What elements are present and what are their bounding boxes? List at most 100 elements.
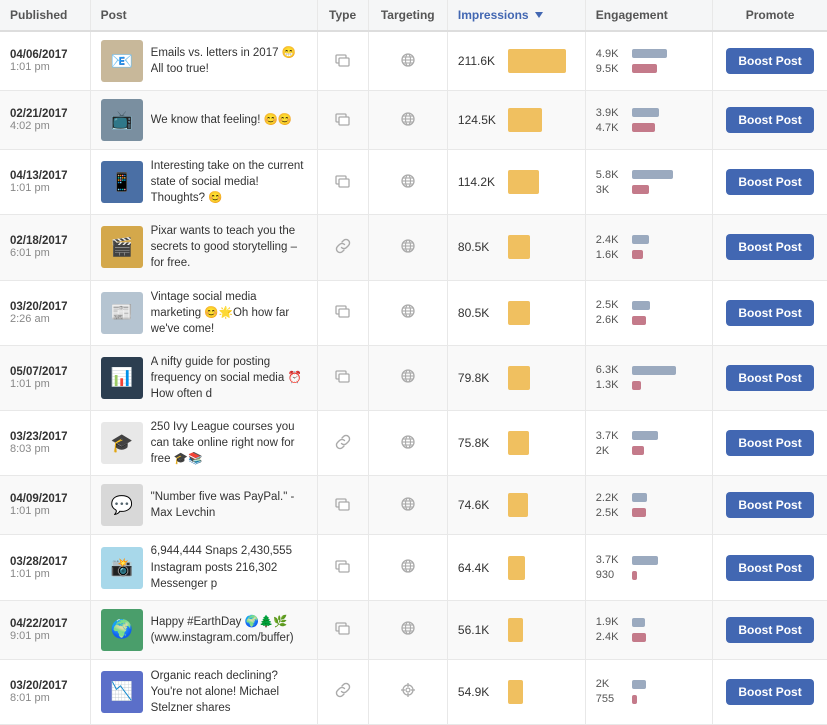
engagement-bar-2 — [632, 508, 646, 517]
engagement-row-2: 1.6K — [596, 249, 702, 261]
sort-arrow-icon — [535, 12, 543, 18]
cell-engagement: 3.7K 2K — [585, 411, 712, 476]
post-text: 6,944,444 Snaps 2,430,555 Instagram post… — [151, 543, 307, 591]
cell-promote[interactable]: Boost Post — [713, 659, 827, 724]
boost-post-button[interactable]: Boost Post — [726, 555, 813, 581]
cell-targeting — [368, 600, 447, 659]
cell-engagement: 2.2K 2.5K — [585, 476, 712, 535]
boost-post-button[interactable]: Boost Post — [726, 365, 813, 391]
cell-published: 04/22/2017 9:01 pm — [0, 600, 90, 659]
cell-published: 05/07/2017 1:01 pm — [0, 345, 90, 410]
published-date: 04/06/2017 — [10, 49, 80, 61]
engagement-value-2: 1.6K — [596, 249, 626, 261]
published-time: 1:01 pm — [10, 505, 80, 517]
type-icon — [335, 238, 351, 254]
cell-engagement: 6.3K 1.3K — [585, 345, 712, 410]
col-header-targeting: Targeting — [368, 0, 447, 31]
cell-published: 03/20/2017 8:01 pm — [0, 659, 90, 724]
published-date: 03/20/2017 — [10, 301, 80, 313]
impressions-bar — [508, 431, 529, 455]
impressions-value: 80.5K — [458, 306, 500, 320]
col-header-impressions[interactable]: Impressions — [447, 0, 585, 31]
cell-promote[interactable]: Boost Post — [713, 91, 827, 150]
post-text: "Number five was PayPal." - Max Levchin — [151, 489, 307, 521]
cell-post: 📧 Emails vs. letters in 2017 😁All too tr… — [90, 31, 317, 91]
boost-post-button[interactable]: Boost Post — [726, 430, 813, 456]
engagement-bar-1 — [632, 366, 676, 375]
impressions-bar — [508, 235, 530, 259]
post-thumbnail: 📸 — [101, 547, 143, 589]
published-time: 1:01 pm — [10, 182, 80, 194]
engagement-bar-1 — [632, 108, 659, 117]
cell-promote[interactable]: Boost Post — [713, 411, 827, 476]
cell-promote[interactable]: Boost Post — [713, 215, 827, 280]
impressions-bar — [508, 49, 566, 73]
cell-promote[interactable]: Boost Post — [713, 31, 827, 91]
cell-published: 03/20/2017 2:26 am — [0, 280, 90, 345]
published-time: 2:26 am — [10, 313, 80, 325]
cell-promote[interactable]: Boost Post — [713, 600, 827, 659]
table-row: 03/20/2017 2:26 am 📰 Vintage social medi… — [0, 280, 827, 345]
impressions-bar-container — [508, 680, 575, 704]
type-icon — [335, 52, 351, 68]
engagement-row-1: 2.4K — [596, 234, 702, 246]
post-text: A nifty guide for posting frequency on s… — [151, 354, 307, 402]
engagement-value-2: 9.5K — [596, 63, 626, 75]
boost-post-button[interactable]: Boost Post — [726, 107, 813, 133]
cell-engagement: 2.4K 1.6K — [585, 215, 712, 280]
post-thumbnail: 💬 — [101, 484, 143, 526]
engagement-row-2: 9.5K — [596, 63, 702, 75]
engagement-row-2: 755 — [596, 693, 702, 705]
cell-post: 📊 A nifty guide for posting frequency on… — [90, 345, 317, 410]
cell-promote[interactable]: Boost Post — [713, 345, 827, 410]
engagement-value-2: 1.3K — [596, 379, 626, 391]
impressions-bar-container — [508, 49, 575, 73]
cell-impressions: 64.4K — [447, 535, 585, 600]
engagement-bar-1 — [632, 493, 647, 502]
boost-post-button[interactable]: Boost Post — [726, 234, 813, 260]
cell-post: 📸 6,944,444 Snaps 2,430,555 Instagram po… — [90, 535, 317, 600]
type-icon — [335, 368, 351, 384]
engagement-row-1: 6.3K — [596, 364, 702, 376]
table-row: 03/23/2017 8:03 pm 🎓 250 Ivy League cour… — [0, 411, 827, 476]
cell-engagement: 3.9K 4.7K — [585, 91, 712, 150]
published-time: 4:02 pm — [10, 120, 80, 132]
cell-impressions: 114.2K — [447, 150, 585, 215]
engagement-row-1: 1.9K — [596, 616, 702, 628]
boost-post-button[interactable]: Boost Post — [726, 48, 813, 74]
table-row: 04/13/2017 1:01 pm 📱 Interesting take on… — [0, 150, 827, 215]
engagement-value-1: 3.7K — [596, 430, 626, 442]
boost-post-button[interactable]: Boost Post — [726, 300, 813, 326]
engagement-bar-1 — [632, 301, 650, 310]
targeting-icon — [400, 238, 416, 254]
engagement-bar-2 — [632, 446, 644, 455]
table-row: 05/07/2017 1:01 pm 📊 A nifty guide for p… — [0, 345, 827, 410]
cell-targeting — [368, 411, 447, 476]
boost-post-button[interactable]: Boost Post — [726, 169, 813, 195]
boost-post-button[interactable]: Boost Post — [726, 617, 813, 643]
type-icon — [335, 111, 351, 127]
cell-promote[interactable]: Boost Post — [713, 280, 827, 345]
table-row: 02/21/2017 4:02 pm 📺 We know that feelin… — [0, 91, 827, 150]
cell-promote[interactable]: Boost Post — [713, 535, 827, 600]
cell-type — [317, 476, 368, 535]
cell-type — [317, 535, 368, 600]
engagement-bar-2 — [632, 695, 637, 704]
boost-post-button[interactable]: Boost Post — [726, 679, 813, 705]
boost-post-button[interactable]: Boost Post — [726, 492, 813, 518]
cell-engagement: 4.9K 9.5K — [585, 31, 712, 91]
post-text: Happy #EarthDay 🌍🌲🌿 (www.instagram.com/b… — [151, 614, 307, 646]
engagement-value-1: 2.2K — [596, 492, 626, 504]
impressions-value: 114.2K — [458, 175, 500, 189]
cell-post: 📱 Interesting take on the current state … — [90, 150, 317, 215]
published-date: 02/21/2017 — [10, 108, 80, 120]
cell-promote[interactable]: Boost Post — [713, 150, 827, 215]
engagement-bar-1 — [632, 235, 649, 244]
impressions-value: 74.6K — [458, 498, 500, 512]
cell-promote[interactable]: Boost Post — [713, 476, 827, 535]
published-time: 1:01 pm — [10, 568, 80, 580]
targeting-icon — [400, 558, 416, 574]
engagement-row-2: 2K — [596, 445, 702, 457]
engagement-bar-1 — [632, 49, 667, 58]
targeting-icon — [400, 496, 416, 512]
